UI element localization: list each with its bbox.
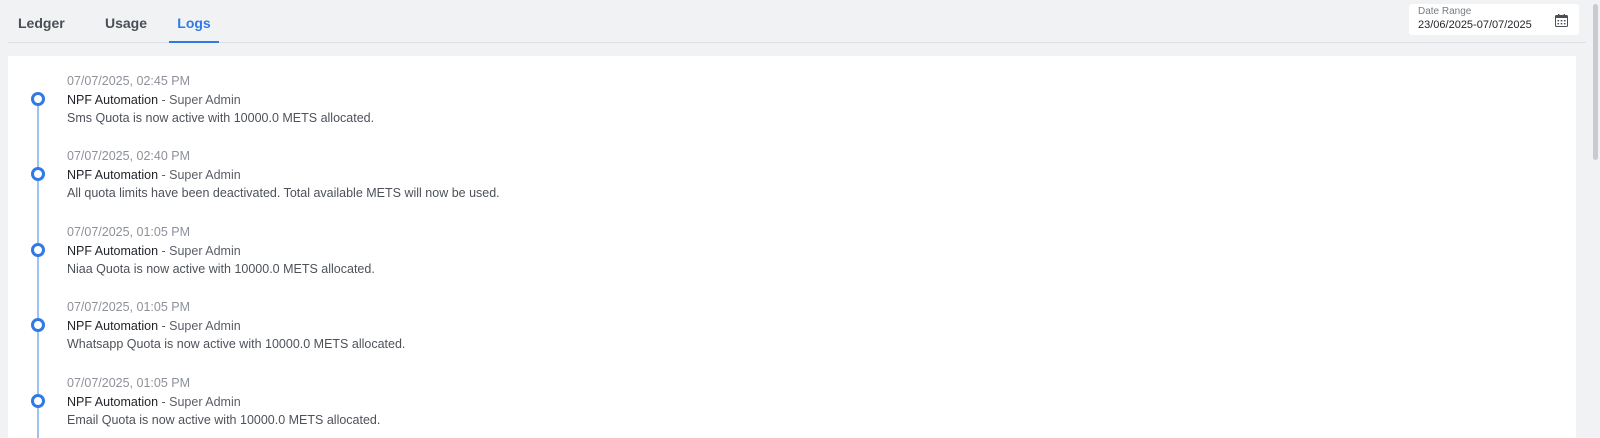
log-actor: NPF Automation - Super Admin xyxy=(67,395,241,409)
log-entry: 07/07/2025, 01:05 PM NPF Automation - Su… xyxy=(8,282,1208,351)
log-actor: NPF Automation - Super Admin xyxy=(67,168,241,182)
log-actor-role: - Super Admin xyxy=(158,395,241,409)
calendar-icon[interactable] xyxy=(1555,14,1568,27)
tab-bar: Ledger Usage Logs xyxy=(8,0,1586,43)
log-actor-role: - Super Admin xyxy=(158,168,241,182)
log-actor: NPF Automation - Super Admin xyxy=(67,93,241,107)
scrollbar-thumb[interactable] xyxy=(1593,4,1598,160)
log-actor: NPF Automation - Super Admin xyxy=(67,244,241,258)
log-message: All quota limits have been deactivated. … xyxy=(67,186,500,200)
log-actor-name: NPF Automation xyxy=(67,244,159,258)
date-range-picker[interactable]: Date Range 23/06/2025-07/07/2025 xyxy=(1409,4,1579,35)
log-entry: 07/07/2025, 02:40 PM NPF Automation - Su… xyxy=(8,131,1208,200)
log-actor-name: NPF Automation xyxy=(67,395,159,409)
log-entry: 07/07/2025, 01:05 PM NPF Automation - Su… xyxy=(8,358,1208,427)
date-range-label: Date Range xyxy=(1418,6,1472,17)
log-message: Sms Quota is now active with 10000.0 MET… xyxy=(67,111,375,125)
log-timestamp: 07/07/2025, 01:05 PM xyxy=(67,376,191,390)
tab-ledger[interactable]: Ledger xyxy=(18,0,65,41)
tab-usage[interactable]: Usage xyxy=(100,0,152,41)
timeline-dot-icon xyxy=(31,92,45,106)
log-timestamp: 07/07/2025, 02:45 PM xyxy=(67,74,191,88)
logs-panel: 07/07/2025, 02:45 PM NPF Automation - Su… xyxy=(8,56,1576,438)
timeline-dot-icon xyxy=(31,394,45,408)
log-actor-name: NPF Automation xyxy=(67,319,159,333)
log-actor-name: NPF Automation xyxy=(67,168,159,182)
log-timestamp: 07/07/2025, 02:40 PM xyxy=(67,149,191,163)
log-message: Email Quota is now active with 10000.0 M… xyxy=(67,413,381,427)
log-message: Niaa Quota is now active with 10000.0 ME… xyxy=(67,262,375,276)
timeline-dot-icon xyxy=(31,243,45,257)
log-actor-role: - Super Admin xyxy=(158,93,241,107)
timeline-dot-icon xyxy=(31,167,45,181)
log-actor-role: - Super Admin xyxy=(158,319,241,333)
log-timestamp: 07/07/2025, 01:05 PM xyxy=(67,300,191,314)
log-entry: 07/07/2025, 01:05 PM NPF Automation - Su… xyxy=(8,207,1208,276)
log-actor-role: - Super Admin xyxy=(158,244,241,258)
log-timestamp: 07/07/2025, 01:05 PM xyxy=(67,225,191,239)
log-actor: NPF Automation - Super Admin xyxy=(67,319,241,333)
date-range-value[interactable]: 23/06/2025-07/07/2025 xyxy=(1418,19,1532,31)
tab-logs[interactable]: Logs xyxy=(169,0,219,43)
timeline-dot-icon xyxy=(31,318,45,332)
log-entry: 07/07/2025, 02:45 PM NPF Automation - Su… xyxy=(8,56,1208,125)
log-message: Whatsapp Quota is now active with 10000.… xyxy=(67,337,406,351)
log-actor-name: NPF Automation xyxy=(67,93,159,107)
